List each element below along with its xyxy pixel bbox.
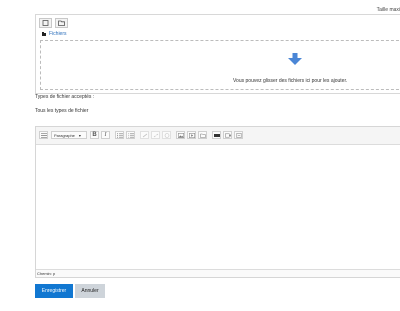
accessibility-checker-button[interactable]: [234, 131, 243, 139]
max-size-label: Taille maxi: [376, 7, 400, 13]
editor-status-path: Chemin: p: [36, 269, 400, 277]
file-types-label: Types de fichier acceptés :: [35, 94, 95, 100]
numbered-list-icon: [127, 133, 134, 137]
bullet-list-icon: [116, 132, 123, 138]
image-icon: [177, 132, 184, 138]
create-folder-button[interactable]: [55, 18, 68, 28]
format-select-value: Paragraphe: [54, 132, 75, 138]
unlink-icon: [153, 133, 158, 137]
files-path-link[interactable]: Fichiers: [49, 31, 67, 37]
insert-image-button[interactable]: [176, 131, 185, 139]
microphone-icon: [213, 133, 220, 137]
save-button[interactable]: Enregistrer: [35, 284, 73, 298]
file-icon: [42, 20, 49, 26]
file-manager-toolbar: [39, 18, 68, 28]
folder-icon: [42, 31, 46, 36]
insert-media-button[interactable]: [187, 131, 196, 139]
drop-zone-text: Vous pouvez glisser des fichiers ici pou…: [233, 78, 348, 84]
manage-files-button[interactable]: [198, 131, 207, 139]
file-path-breadcrumb: Fichiers: [42, 31, 67, 37]
unordered-list-button[interactable]: [115, 131, 124, 139]
ordered-list-button[interactable]: [126, 131, 135, 139]
emoticon-button[interactable]: [162, 131, 171, 139]
link-icon: [142, 133, 147, 137]
rich-text-editor: Paragraphe ▾ B I Chemin: p: [35, 126, 400, 278]
menu-icon: [40, 132, 47, 138]
editor-toolbar: Paragraphe ▾ B I: [36, 127, 400, 145]
accessibility-icon: [236, 132, 241, 138]
toolbar-toggle-button[interactable]: [39, 131, 48, 139]
download-arrow-icon: [288, 53, 302, 65]
italic-button[interactable]: I: [101, 131, 110, 139]
editor-content-area[interactable]: [36, 145, 400, 269]
emoticon-icon: [164, 132, 169, 138]
files-icon: [199, 133, 206, 138]
folder-icon: [58, 20, 65, 26]
chevron-down-icon: ▾: [78, 132, 81, 138]
media-icon: [188, 132, 195, 138]
record-video-button[interactable]: [223, 131, 232, 139]
paragraph-format-select[interactable]: Paragraphe ▾: [51, 131, 87, 139]
unlink-button[interactable]: [151, 131, 160, 139]
record-audio-button[interactable]: [212, 131, 221, 139]
insert-link-button[interactable]: [140, 131, 149, 139]
drop-zone[interactable]: Vous pouvez glisser des fichiers ici pou…: [40, 40, 400, 90]
add-file-button[interactable]: [39, 18, 52, 28]
cancel-button[interactable]: Annuler: [75, 284, 105, 298]
video-icon: [224, 133, 231, 137]
bold-button[interactable]: B: [90, 131, 99, 139]
file-manager: Fichiers Vous pouvez glisser des fichier…: [35, 14, 400, 94]
file-types-value: Tous les types de fichier: [35, 108, 89, 114]
